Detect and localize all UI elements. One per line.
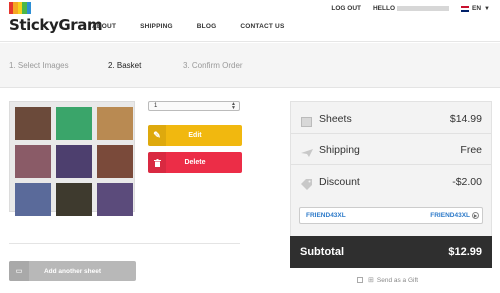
sheets-label: Sheets	[319, 112, 352, 125]
pencil-icon: ✎	[148, 125, 166, 146]
topbar: LOG OUT HELLO EN ▼	[331, 5, 490, 12]
gift-label: Send as a Gift	[376, 276, 419, 284]
photo-thumbnail	[56, 145, 92, 178]
summary-row-shipping: Shipping Free	[291, 135, 491, 165]
photo-thumbnail	[56, 107, 92, 140]
photo-thumbnail	[97, 107, 133, 140]
add-another-sheet-button[interactable]: ▭ Add another sheet	[9, 261, 136, 281]
shipping-label: Shipping	[319, 143, 360, 156]
tag-icon	[301, 177, 312, 190]
quantity-select[interactable]: 1 ▲ ▼	[148, 101, 240, 111]
trash-icon	[148, 152, 166, 173]
photo-thumbnail	[56, 183, 92, 216]
nav-about[interactable]: ABOUT	[92, 23, 116, 30]
photo-thumbnail	[15, 183, 51, 216]
logo-text: StickyGram	[9, 16, 103, 34]
photo-thumbnail	[97, 145, 133, 178]
logo[interactable]: StickyGram	[9, 2, 103, 34]
discount-label: Discount	[319, 176, 360, 188]
nav-contact-us[interactable]: CONTACT US	[240, 23, 284, 30]
gift-icon: ⊞	[368, 277, 374, 284]
send-as-gift[interactable]: ⊞ Send as a Gift	[357, 276, 418, 284]
shipping-value: Free	[460, 143, 482, 156]
photo-thumbnail	[15, 145, 51, 178]
uk-flag-icon	[461, 5, 470, 12]
checkout-steps: 1. Select Images 2. Basket 3. Confirm Or…	[0, 43, 500, 88]
logout-link[interactable]: LOG OUT	[331, 5, 361, 12]
subtotal-label: Subtotal	[300, 246, 344, 258]
divider	[9, 243, 240, 244]
add-sheet-label: Add another sheet	[43, 267, 102, 275]
quantity-value: 1	[154, 103, 158, 109]
edit-button-label: Edit	[188, 132, 202, 139]
step-basket: 2. Basket	[108, 61, 142, 70]
discount-value: -$2.00	[452, 176, 482, 188]
coupon-field[interactable]: FRIEND43XL FRIEND43XL ▶	[299, 207, 483, 224]
arrow-circle-icon[interactable]: ▶	[472, 212, 479, 219]
delete-button[interactable]: Delete	[148, 152, 242, 173]
gift-checkbox[interactable]	[357, 277, 363, 283]
language-selector[interactable]: EN	[472, 5, 481, 12]
sheets-value: $14.99	[449, 112, 482, 125]
subtotal-value: $12.99	[448, 246, 482, 258]
photo-thumbnail	[97, 183, 133, 216]
delete-button-label: Delete	[184, 159, 206, 166]
subtotal-bar: Subtotal $12.99	[290, 236, 492, 268]
airplane-icon	[301, 145, 313, 157]
edit-button[interactable]: ✎ Edit	[148, 125, 242, 146]
photo-thumbnail	[15, 107, 51, 140]
chevron-down-icon[interactable]: ▼	[484, 6, 490, 12]
updown-arrows-icon: ▲ ▼	[231, 101, 236, 111]
step-confirm-order: 3. Confirm Order	[183, 61, 243, 70]
summary-row-discount: Discount -$2.00	[291, 167, 491, 197]
nav-blog[interactable]: BLOG	[197, 23, 217, 30]
hello-text: HELLO	[372, 5, 396, 12]
header: StickyGram ABOUT SHIPPING BLOG CONTACT U…	[0, 0, 500, 42]
coupon-applied: FRIEND43XL	[430, 212, 470, 219]
logo-stripes	[9, 2, 32, 14]
redacted-username	[397, 6, 450, 11]
sticker-sheet-preview[interactable]	[9, 101, 135, 216]
main-nav: ABOUT SHIPPING BLOG CONTACT US	[92, 23, 309, 30]
summary-row-sheets: Sheets $14.99	[291, 104, 491, 134]
logo-stripe	[26, 2, 32, 14]
sheets-icon	[301, 114, 312, 127]
sheet-icon: ▭	[9, 261, 29, 281]
coupon-code: FRIEND43XL	[306, 212, 346, 219]
step-select-images[interactable]: 1. Select Images	[9, 61, 69, 70]
nav-shipping[interactable]: SHIPPING	[140, 23, 173, 30]
